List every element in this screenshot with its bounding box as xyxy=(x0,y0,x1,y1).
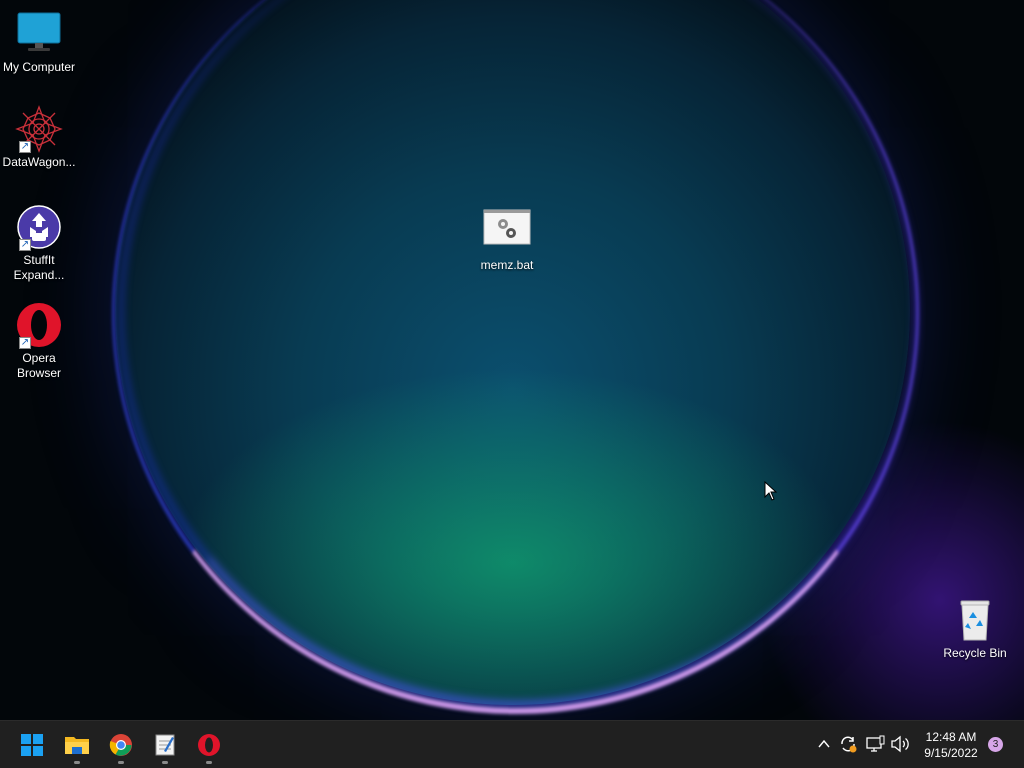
notification-badge[interactable]: 3 xyxy=(988,737,1003,752)
taskbar: 12:48 AM 9/15/2022 3 xyxy=(0,720,1024,768)
taskbar-notepad[interactable] xyxy=(145,725,185,765)
desktop-icon-memz-bat[interactable]: memz.bat xyxy=(469,208,545,273)
desktop-icon-recycle-bin[interactable]: Recycle Bin xyxy=(937,596,1013,661)
taskbar-file-explorer[interactable] xyxy=(57,725,97,765)
shortcut-arrow-icon: ↗ xyxy=(19,337,31,349)
clock[interactable]: 12:48 AM 9/15/2022 xyxy=(915,729,987,761)
desktop-icon-my-computer[interactable]: My Computer xyxy=(1,10,77,75)
running-indicator xyxy=(74,761,80,764)
opera-icon: ↗ xyxy=(15,301,63,349)
clock-date: 9/15/2022 xyxy=(924,746,978,760)
desktop-icon-label: memz.bat xyxy=(480,258,534,272)
desktop-icon-label: Opera Browser xyxy=(16,351,61,380)
notepad-icon xyxy=(155,734,175,756)
mouse-cursor-icon xyxy=(764,481,778,501)
desktop-icon-label: StuffIt Expand... xyxy=(13,253,65,282)
batch-file-icon xyxy=(483,208,531,256)
network-icon[interactable] xyxy=(864,733,886,755)
show-hidden-icons-chevron-icon[interactable] xyxy=(813,733,835,755)
monitor-icon xyxy=(15,10,63,58)
chrome-icon xyxy=(109,734,132,756)
folder-icon xyxy=(65,737,89,754)
volume-icon[interactable] xyxy=(889,733,911,755)
wallpaper xyxy=(0,0,1024,768)
shortcut-arrow-icon: ↗ xyxy=(19,141,31,153)
desktop[interactable]: My Computer ↗ DataWagon... ↗ StuffIt Exp… xyxy=(0,0,1024,768)
running-indicator xyxy=(206,761,212,764)
sync-update-icon[interactable] xyxy=(837,733,859,755)
opera-icon xyxy=(198,734,220,756)
taskbar-chrome[interactable] xyxy=(101,725,141,765)
desktop-icon-opera[interactable]: ↗ Opera Browser xyxy=(1,301,77,381)
start-button[interactable] xyxy=(12,725,52,765)
desktop-icon-label: My Computer xyxy=(2,60,76,74)
stuffit-icon: ↗ xyxy=(15,203,63,251)
shortcut-arrow-icon: ↗ xyxy=(19,239,31,251)
windows-start-icon xyxy=(21,734,43,756)
running-indicator xyxy=(162,761,168,764)
desktop-icon-label: Recycle Bin xyxy=(943,646,1007,660)
recycle-bin-icon xyxy=(951,596,999,644)
datawagon-icon: ↗ xyxy=(15,105,63,153)
clock-time: 12:48 AM xyxy=(925,730,977,744)
desktop-icon-stuffit[interactable]: ↗ StuffIt Expand... xyxy=(1,203,77,283)
desktop-icon-datawagon[interactable]: ↗ DataWagon... xyxy=(1,105,77,170)
running-indicator xyxy=(118,761,124,764)
desktop-icon-label: DataWagon... xyxy=(2,155,76,169)
taskbar-opera[interactable] xyxy=(189,725,229,765)
